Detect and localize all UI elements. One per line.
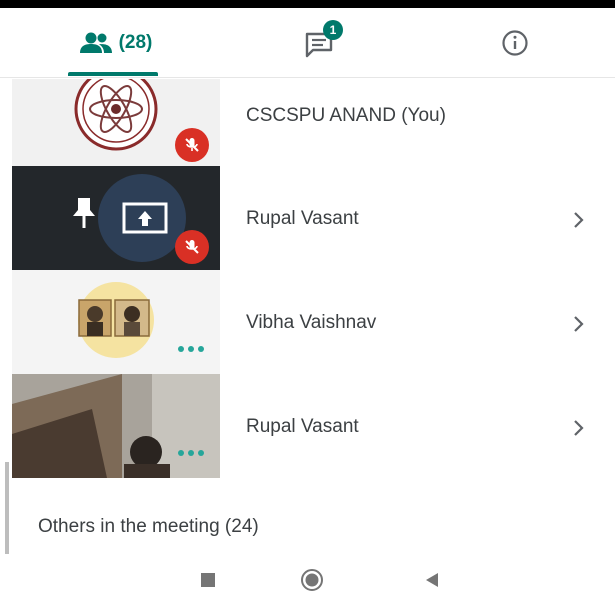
recents-button[interactable] xyxy=(196,568,220,592)
participant-row[interactable]: Vibha Vaishnav xyxy=(0,270,615,374)
status-bar xyxy=(0,0,615,8)
video-feed xyxy=(12,374,220,478)
system-nav-bar xyxy=(0,556,615,601)
more-dots-icon xyxy=(178,346,204,352)
avatar-photo xyxy=(78,282,154,358)
participant-row[interactable]: Rupal Vasant xyxy=(0,166,615,270)
mic-off-icon xyxy=(175,230,209,264)
back-triangle-icon xyxy=(426,573,438,587)
participant-name: Rupal Vasant xyxy=(246,416,359,437)
chat-badge: 1 xyxy=(323,20,343,40)
people-icon xyxy=(79,32,112,53)
chevron-right-icon[interactable] xyxy=(568,210,588,230)
participant-name: Vibha Vaishnav xyxy=(246,312,377,333)
more-dots-icon xyxy=(178,450,204,456)
scrollbar[interactable] xyxy=(5,462,9,554)
info-icon xyxy=(502,30,528,56)
others-in-meeting-heading: Others in the meeting (24) xyxy=(38,516,259,537)
tab-chat[interactable]: 1 xyxy=(280,8,360,78)
participant-name: Rupal Vasant xyxy=(246,208,359,229)
participant-thumbnail xyxy=(12,270,220,374)
chevron-right-icon[interactable] xyxy=(568,418,588,438)
pin-icon xyxy=(73,198,95,228)
participant-row[interactable]: Rupal Vasant xyxy=(0,374,615,478)
home-button[interactable] xyxy=(300,568,324,592)
stop-square-icon xyxy=(201,573,215,587)
tab-people[interactable]: (28) xyxy=(48,8,183,78)
active-tab-indicator xyxy=(68,72,158,76)
present-screen-icon xyxy=(122,202,168,234)
back-button[interactable] xyxy=(420,568,444,592)
chevron-right-icon[interactable] xyxy=(568,314,588,334)
tab-bar: (28) 1 xyxy=(0,8,615,78)
home-circle-icon xyxy=(301,569,323,591)
mic-off-icon xyxy=(175,128,209,162)
participant-thumbnail xyxy=(12,374,220,478)
people-count: (28) xyxy=(118,32,153,53)
participant-name: CSCSPU ANAND (You) xyxy=(246,105,446,126)
tab-info[interactable] xyxy=(470,8,560,78)
participant-thumbnail xyxy=(12,166,220,270)
